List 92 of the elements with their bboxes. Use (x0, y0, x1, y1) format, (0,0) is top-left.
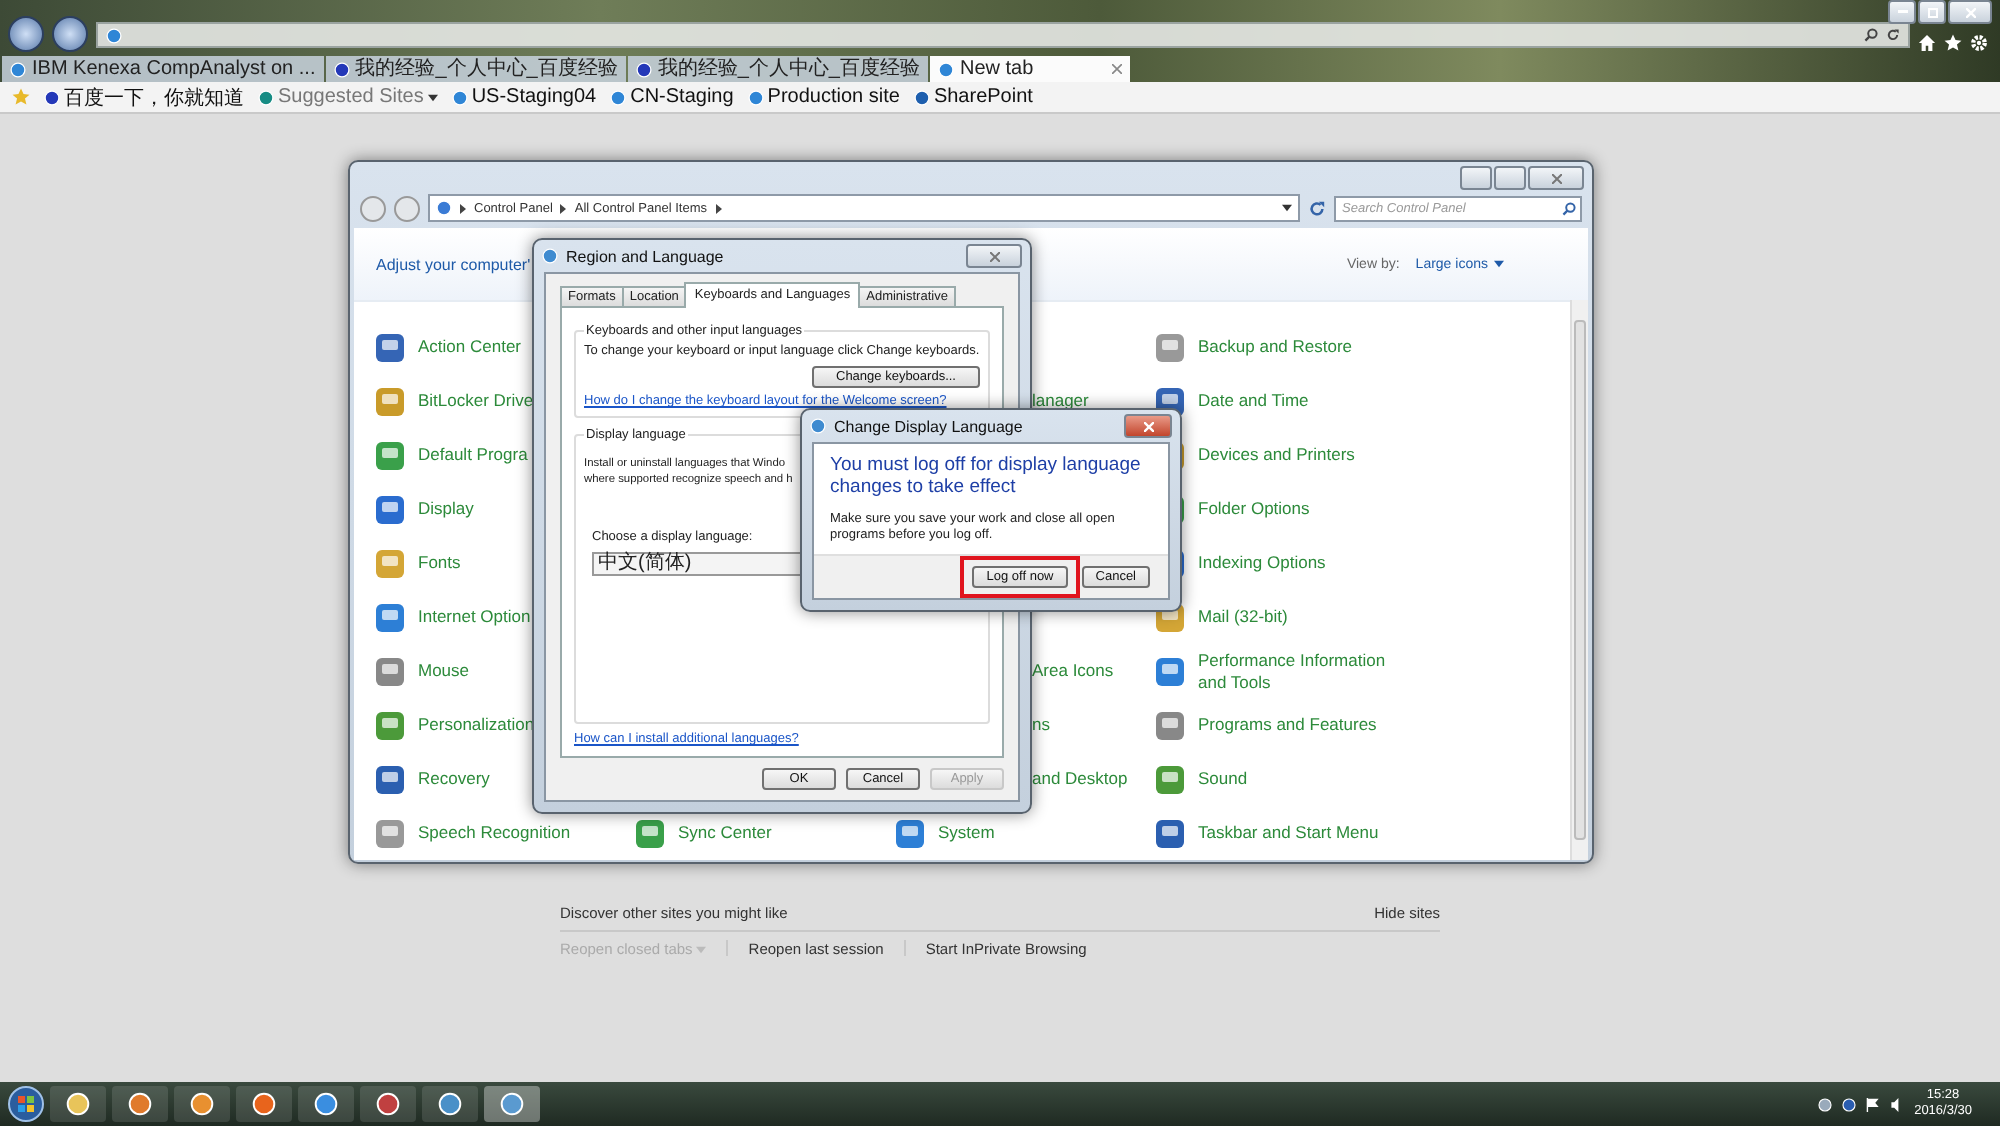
caret-icon (1282, 204, 1292, 212)
favorites-link[interactable]: Production site (747, 86, 900, 108)
taskbar-app-button[interactable] (422, 1086, 478, 1122)
scrollbar[interactable] (1570, 300, 1588, 860)
close-button[interactable] (966, 244, 1022, 268)
site-icon (747, 89, 764, 105)
taskbar-app-button[interactable] (112, 1086, 168, 1122)
search-icon[interactable] (1864, 28, 1878, 42)
control-panel-link[interactable]: Folder Options (1198, 498, 1310, 520)
control-panel-link[interactable]: BitLocker Drive (418, 390, 534, 412)
restore-icon (1927, 7, 1937, 17)
control-panel-link[interactable]: Devices and Printers (1198, 444, 1355, 466)
site-icon (610, 89, 627, 105)
chevron-icon (460, 203, 466, 213)
app-icon (376, 1092, 400, 1116)
minimize-button[interactable] (1888, 0, 1916, 24)
forward-button[interactable] (52, 16, 88, 52)
app-icon (190, 1092, 214, 1116)
control-panel-link[interactable]: Mouse (418, 660, 470, 682)
taskbar-app-button[interactable] (360, 1086, 416, 1122)
close-button[interactable] (1948, 0, 1992, 24)
close-icon (989, 251, 999, 261)
favorites-link[interactable]: CN-Staging (610, 86, 734, 108)
settings-icon[interactable] (1970, 34, 1988, 52)
flag-icon (1866, 1097, 1881, 1111)
app-icon (314, 1092, 338, 1116)
control-panel-link[interactable]: Personalization (418, 714, 535, 736)
close-button[interactable] (1124, 414, 1172, 438)
control-panel-link[interactable]: Performance Information and Tools (1198, 649, 1398, 693)
browser-tab[interactable]: 我的经验_个人中心_百度经验 (627, 56, 928, 82)
refresh-icon[interactable] (1308, 199, 1326, 217)
caret-icon (1494, 260, 1504, 268)
address-field[interactable] (96, 22, 1910, 48)
dialog-title: Region and Language (566, 247, 724, 265)
control-panel-link[interactable]: Indexing Options (1198, 552, 1326, 574)
control-panel-link[interactable]: Speech Recognition (418, 822, 571, 844)
control-panel-link[interactable]: Display (418, 498, 474, 520)
control-panel-link[interactable]: Fonts (418, 552, 461, 574)
dialog-title: Change Display Language (834, 417, 1023, 435)
control-panel-link[interactable]: Taskbar and Start Menu (1198, 822, 1379, 844)
close-icon (1965, 7, 1975, 17)
refresh-icon[interactable] (1886, 28, 1900, 42)
browser-tab[interactable]: New tab (929, 56, 1130, 82)
taskbar-app-button[interactable] (50, 1086, 106, 1122)
dialog-heading: You must log off for display language changes to take effect (828, 452, 1143, 502)
control-panel-link[interactable]: Action Center (418, 336, 521, 358)
control-panel-link[interactable]: Programs and Features (1198, 714, 1377, 736)
control-panel-link[interactable]: System (938, 822, 995, 844)
control-panel-link[interactable]: Sound (1198, 768, 1248, 790)
maximize-button[interactable] (1494, 166, 1526, 190)
caret-icon (696, 945, 707, 953)
taskbar-app-button[interactable] (174, 1086, 230, 1122)
site-icon (258, 89, 274, 105)
favorites-link[interactable]: US-Staging04 (451, 86, 597, 108)
caret-icon (427, 93, 438, 101)
favorites-link[interactable]: Suggested Sites (258, 86, 438, 108)
search-icon (1562, 201, 1576, 215)
taskbar-app-button[interactable] (236, 1086, 292, 1122)
site-icon (913, 89, 930, 105)
browser-tab[interactable]: IBM Kenexa CompAnalyst on ... (2, 56, 324, 82)
page-heading: Adjust your computer' (376, 255, 531, 273)
close-button[interactable] (1528, 166, 1584, 190)
star-icon[interactable] (1944, 34, 1962, 52)
control-panel-link[interactable]: Recovery (418, 768, 490, 790)
control-panel-link[interactable]: Backup and Restore (1198, 336, 1353, 358)
minimize-button[interactable] (1460, 166, 1492, 190)
chevron-icon (560, 203, 567, 213)
app-icon (128, 1092, 152, 1116)
browser-tab[interactable]: 我的经验_个人中心_百度经验 (325, 56, 626, 82)
taskbar-app-button[interactable] (298, 1086, 354, 1122)
favorites-link[interactable]: 百度一下，你就知道 (44, 83, 244, 111)
back-button[interactable] (8, 16, 44, 52)
app-icon (66, 1092, 90, 1116)
favorites-link[interactable]: SharePoint (913, 86, 1033, 108)
control-panel-link[interactable]: Sync Center (678, 822, 772, 844)
close-icon[interactable] (1111, 64, 1122, 74)
control-panel-link[interactable]: Default Progra (418, 444, 528, 466)
control-panel-link[interactable]: Internet Option (418, 606, 531, 628)
taskbar-app-button[interactable] (484, 1086, 540, 1122)
site-icon (451, 89, 468, 105)
favorites-star-icon[interactable] (12, 88, 30, 106)
close-icon (1551, 173, 1561, 183)
start-button[interactable] (8, 1086, 44, 1122)
control-panel-link[interactable]: Mail (32-bit) (1198, 606, 1288, 628)
control-panel-link[interactable]: Date and Time (1198, 390, 1309, 412)
home-icon[interactable] (1918, 34, 1936, 52)
app-icon (252, 1092, 276, 1116)
app-icon (500, 1092, 524, 1116)
app-icon (438, 1092, 462, 1116)
close-icon (1143, 421, 1153, 431)
chevron-icon (715, 203, 722, 213)
restore-button[interactable] (1918, 0, 1946, 24)
